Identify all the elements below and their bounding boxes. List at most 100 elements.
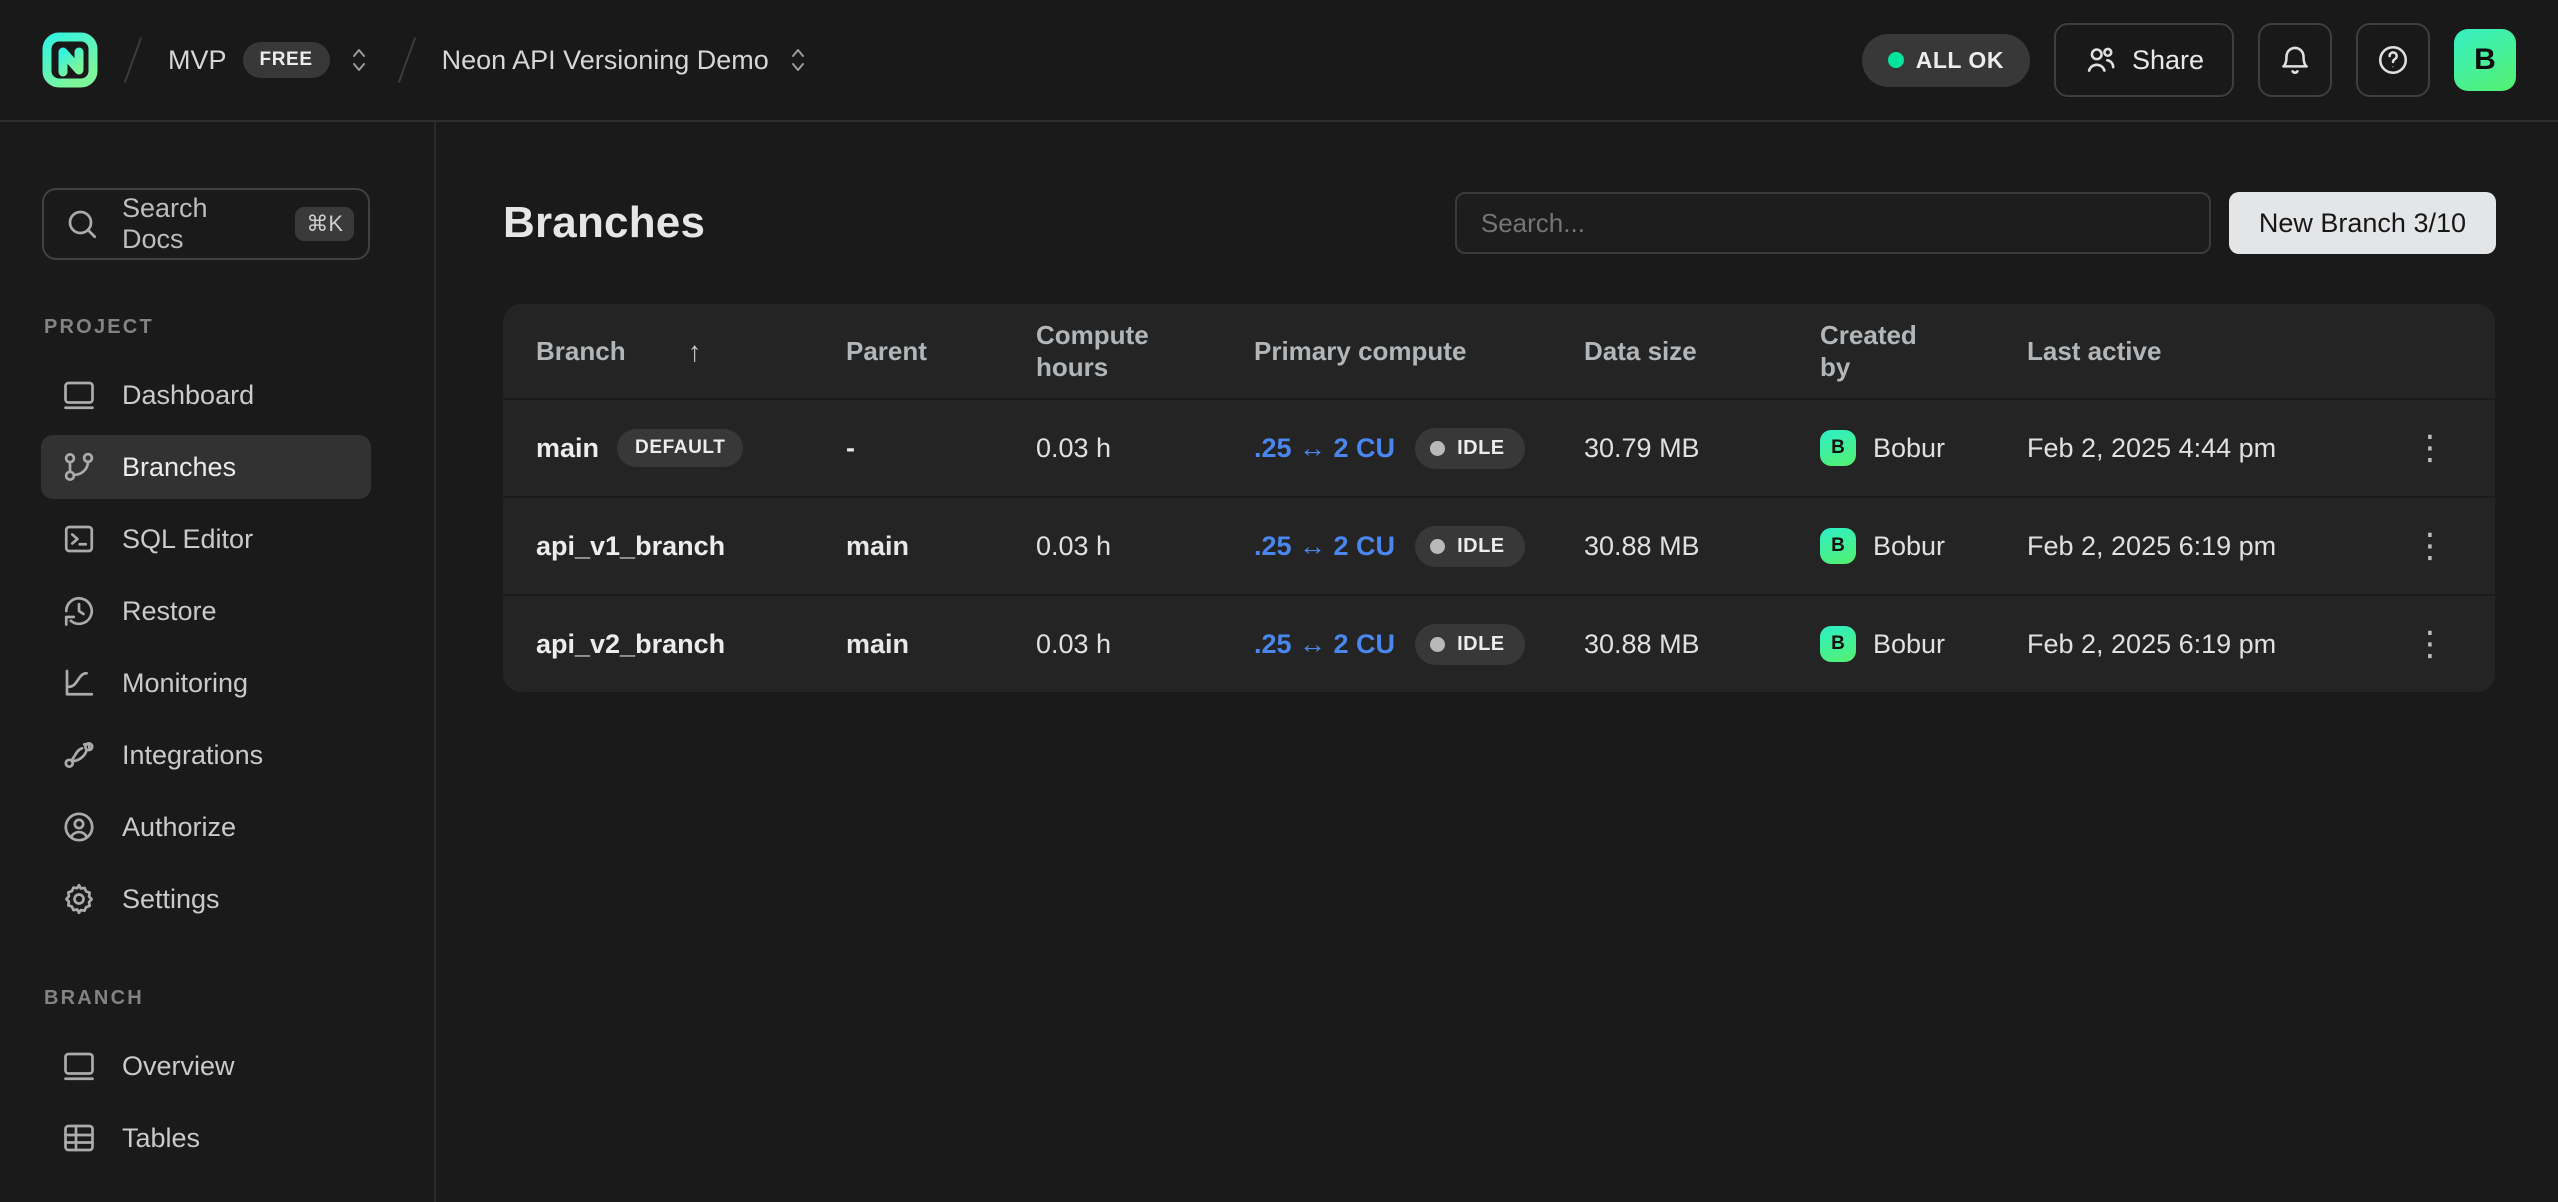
row-menu-button[interactable]: ⋮	[2413, 627, 2495, 661]
chevron-updown-icon	[785, 43, 811, 77]
creator-avatar: B	[1820, 626, 1856, 662]
compute-hours-cell: 0.03 h	[1036, 629, 1254, 660]
breadcrumb-divider	[397, 37, 415, 83]
branch-name: api_v1_branch	[536, 531, 725, 562]
creator-name: Bobur	[1873, 433, 1945, 464]
status-ok-dot	[1888, 52, 1904, 68]
sidebar-item-tables[interactable]: Tables	[41, 1106, 371, 1170]
primary-compute-cell: .25 ↔ 2 CU IDLE	[1254, 526, 1584, 567]
parent-cell: -	[846, 433, 1036, 464]
sidebar-item-settings[interactable]: Settings	[41, 867, 371, 931]
search-icon	[64, 206, 100, 242]
parent-cell: main	[846, 629, 1036, 660]
branch-cell: api_v1_branch	[536, 531, 846, 562]
notifications-button[interactable]	[2258, 23, 2332, 97]
new-branch-button[interactable]: New Branch 3/10	[2229, 192, 2496, 254]
idle-dot-icon	[1430, 441, 1445, 456]
chart-icon	[61, 665, 97, 701]
last-active-cell: Feb 2, 2025 6:19 pm	[2027, 629, 2357, 660]
breadcrumb: MVP FREE Neon API Versioning Demo	[42, 32, 811, 88]
sort-ascending-icon[interactable]: ↑	[688, 334, 702, 369]
idle-dot-icon	[1430, 637, 1445, 652]
primary-compute-cell: .25 ↔ 2 CU IDLE	[1254, 624, 1584, 665]
compute-hours-cell: 0.03 h	[1036, 433, 1254, 464]
overview-icon	[61, 1048, 97, 1084]
gear-icon	[61, 881, 97, 917]
project-name: Neon API Versioning Demo	[442, 45, 769, 76]
avatar-initial: B	[2474, 43, 2496, 77]
branch-cell: main DEFAULT	[536, 429, 846, 467]
search-docs-button[interactable]: Search Docs ⌘K	[42, 188, 370, 260]
table-header-row: Branch ↑ Parent Compute hours Primary co…	[503, 304, 2495, 398]
breadcrumb-divider	[124, 37, 142, 83]
compute-state-badge: IDLE	[1415, 624, 1525, 665]
sidebar-item-branches[interactable]: Branches	[41, 435, 371, 499]
page-actions: New Branch 3/10	[1455, 192, 2496, 254]
user-circle-icon	[61, 809, 97, 845]
branch-name: main	[536, 433, 599, 464]
help-button[interactable]	[2356, 23, 2430, 97]
org-name: MVP	[168, 45, 227, 76]
branches-table: Branch ↑ Parent Compute hours Primary co…	[503, 304, 2495, 692]
terminal-icon	[61, 521, 97, 557]
row-menu-button[interactable]: ⋮	[2413, 529, 2495, 563]
compute-state-badge: IDLE	[1415, 428, 1525, 469]
creator-avatar: B	[1820, 528, 1856, 564]
search-docs-label: Search Docs	[122, 193, 273, 255]
creator-name: Bobur	[1873, 531, 1945, 562]
column-header-primary-compute: Primary compute	[1254, 335, 1584, 368]
neon-logo-icon[interactable]	[42, 32, 98, 88]
branch-cell: api_v2_branch	[536, 629, 846, 660]
table-row-api-v1[interactable]: api_v1_branch main 0.03 h .25 ↔ 2 CU IDL…	[503, 496, 2495, 594]
section-label-project: PROJECT	[44, 316, 434, 339]
compute-range[interactable]: .25 ↔ 2 CU	[1254, 433, 1395, 464]
row-menu-button[interactable]: ⋮	[2413, 431, 2495, 465]
table-row-api-v2[interactable]: api_v2_branch main 0.03 h .25 ↔ 2 CU IDL…	[503, 594, 2495, 692]
compute-range[interactable]: .25 ↔ 2 CU	[1254, 629, 1395, 660]
main-content: Branches New Branch 3/10 Branch ↑ Parent…	[438, 122, 2558, 1202]
sidebar-item-restore[interactable]: Restore	[41, 579, 371, 643]
sidebar-item-sql-editor[interactable]: SQL Editor	[41, 507, 371, 571]
page-title: Branches	[503, 198, 705, 248]
creator-avatar: B	[1820, 430, 1856, 466]
column-header-parent: Parent	[846, 335, 1036, 368]
data-size-cell: 30.88 MB	[1584, 531, 1820, 562]
dashboard-icon	[61, 377, 97, 413]
created-by-cell: B Bobur	[1820, 626, 2027, 662]
column-header-branch[interactable]: Branch ↑	[536, 334, 846, 369]
page-header: Branches New Branch 3/10	[503, 192, 2496, 254]
column-header-last-active: Last active	[2027, 335, 2357, 368]
status-label: ALL OK	[1916, 47, 2004, 74]
sidebar-item-authorize[interactable]: Authorize	[41, 795, 371, 859]
keyboard-shortcut-badge: ⌘K	[295, 207, 354, 241]
share-button[interactable]: Share	[2054, 23, 2234, 97]
git-branch-icon	[61, 449, 97, 485]
chevron-updown-icon	[346, 43, 372, 77]
question-icon	[2376, 43, 2410, 77]
table-row-main[interactable]: main DEFAULT - 0.03 h .25 ↔ 2 CU IDLE 30…	[503, 398, 2495, 496]
parent-cell: main	[846, 531, 1036, 562]
data-size-cell: 30.79 MB	[1584, 433, 1820, 464]
sidebar-item-overview[interactable]: Overview	[41, 1034, 371, 1098]
compute-range[interactable]: .25 ↔ 2 CU	[1254, 531, 1395, 562]
topbar: MVP FREE Neon API Versioning Demo ALL OK	[0, 0, 2558, 122]
share-label: Share	[2132, 45, 2204, 76]
sidebar: Search Docs ⌘K PROJECT Dashboard Branche…	[0, 122, 436, 1202]
sidebar-item-dashboard[interactable]: Dashboard	[41, 363, 371, 427]
sidebar-item-monitoring[interactable]: Monitoring	[41, 651, 371, 715]
default-badge: DEFAULT	[617, 429, 743, 467]
sidebar-item-integrations[interactable]: Integrations	[41, 723, 371, 787]
column-header-created-by: Created by	[1820, 319, 2027, 384]
user-avatar[interactable]: B	[2454, 29, 2516, 91]
topbar-actions: ALL OK Share	[1862, 23, 2516, 97]
org-selector[interactable]: MVP FREE	[168, 42, 372, 78]
project-selector[interactable]: Neon API Versioning Demo	[442, 43, 811, 77]
compute-hours-cell: 0.03 h	[1036, 531, 1254, 562]
status-badge[interactable]: ALL OK	[1862, 34, 2030, 87]
last-active-cell: Feb 2, 2025 4:44 pm	[2027, 433, 2357, 464]
people-icon	[2084, 43, 2118, 77]
section-label-branch: BRANCH	[44, 987, 434, 1010]
idle-dot-icon	[1430, 539, 1445, 554]
compute-state-badge: IDLE	[1415, 526, 1525, 567]
branch-search-input[interactable]	[1455, 192, 2211, 254]
